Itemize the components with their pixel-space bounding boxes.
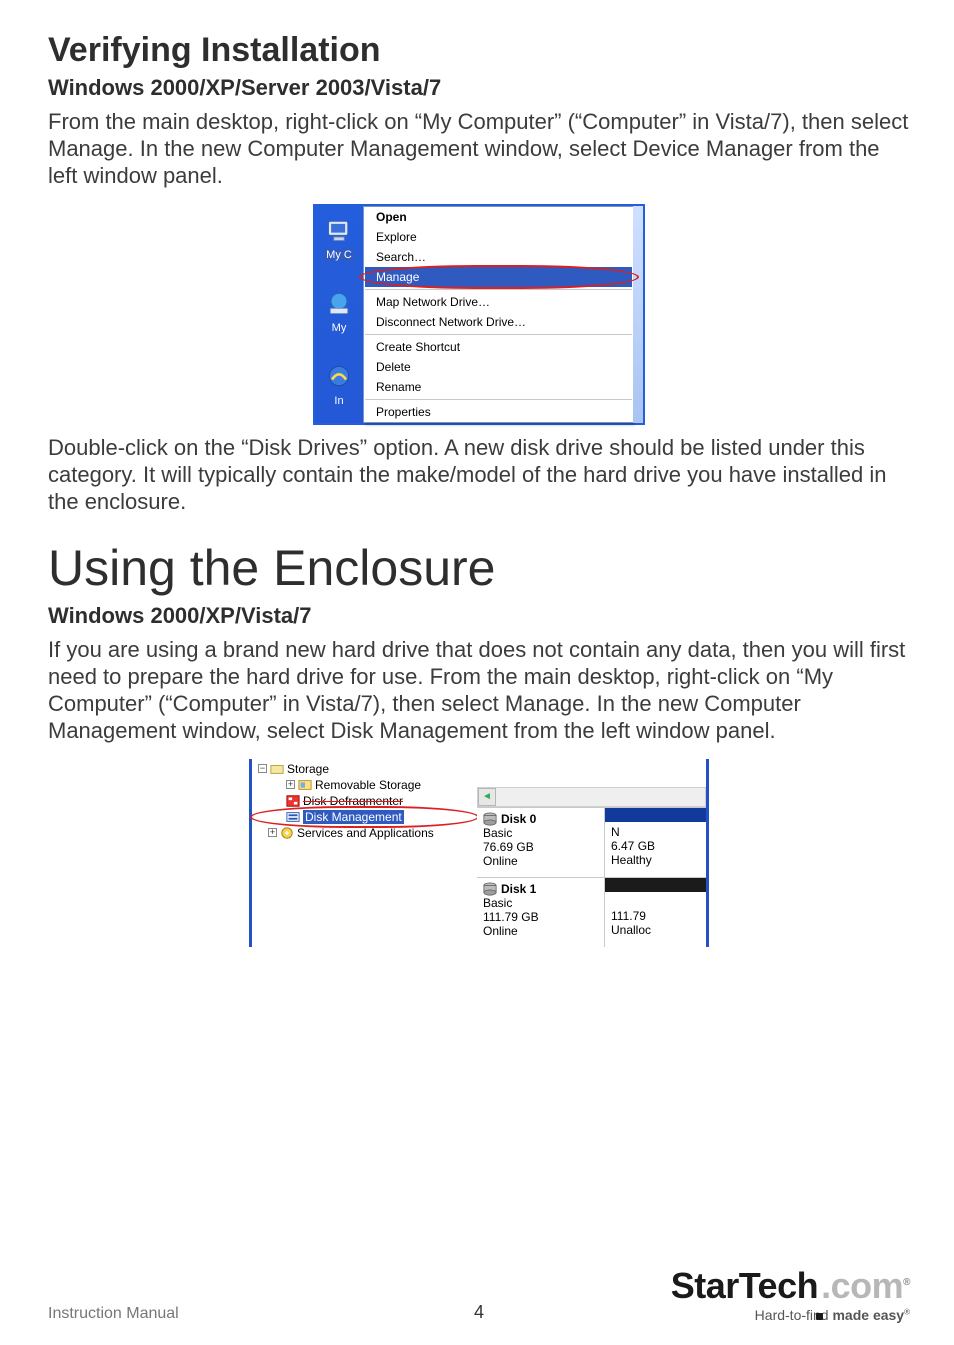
disk-status: Online: [483, 854, 598, 868]
menu-delete[interactable]: Delete: [364, 357, 633, 377]
bottom-icon-label: In: [325, 395, 353, 407]
menu-explore[interactable]: Explore: [364, 227, 633, 247]
disk-list-pane: ◄ Disk 0 Basic 76.69 GB Online N 6.47 GB…: [477, 759, 706, 947]
menu-open[interactable]: Open: [364, 207, 633, 227]
tree-services[interactable]: + Services and Applications: [256, 825, 473, 841]
disk-icon: [483, 882, 497, 896]
para-verifying-1: From the main desktop, right-click on “M…: [48, 109, 910, 189]
tree-defrag[interactable]: Disk Defragmenter: [256, 793, 473, 809]
menu-separator: [365, 399, 632, 400]
tree-removable-label: Removable Storage: [315, 778, 421, 792]
my-computer-icon: [325, 216, 353, 244]
defragmenter-icon: [286, 794, 300, 808]
partition-bar: [605, 808, 706, 822]
tree-storage[interactable]: − Storage: [256, 761, 473, 777]
bottom-desktop-icon: In: [325, 362, 353, 407]
context-menu: Open Explore Search… Manage Map Network …: [363, 206, 633, 423]
heading-using-enclosure: Using the Enclosure: [48, 539, 910, 597]
storage-icon: [270, 762, 284, 776]
scroll-left-icon[interactable]: ◄: [478, 788, 496, 806]
menu-manage-row[interactable]: Manage: [364, 267, 633, 287]
menu-separator: [365, 334, 632, 335]
disk-management-icon: [286, 810, 300, 824]
expand-icon[interactable]: +: [286, 780, 295, 789]
my-computer-label: My C: [324, 249, 354, 261]
partition-text: 111.79 Unalloc: [605, 892, 706, 940]
disk-icon: [483, 812, 497, 826]
disk-info: Disk 0 Basic 76.69 GB Online: [477, 808, 605, 877]
tree-removable[interactable]: + Removable Storage: [256, 777, 473, 793]
para-using-enclosure: If you are using a brand new hard drive …: [48, 637, 910, 744]
menu-rename[interactable]: Rename: [364, 377, 633, 397]
menu-disconnect-drive[interactable]: Disconnect Network Drive…: [364, 312, 633, 332]
my-computer-desktop-icon: My C: [324, 216, 354, 261]
screenshot-context-menu: My C My In Open Explore Search… Manage: [313, 204, 645, 425]
tree-dm-label: Disk Management: [303, 810, 404, 824]
disk-partition[interactable]: 111.79 Unalloc: [605, 878, 706, 947]
services-icon: [280, 826, 294, 840]
disk-title: Disk 0: [483, 812, 598, 826]
tree-disk-management[interactable]: Disk Management: [256, 809, 473, 825]
tree-defrag-label: Disk Defragmenter: [303, 794, 403, 808]
my-network-label: My: [325, 322, 353, 334]
disk-info: Disk 1 Basic 111.79 GB Online: [477, 878, 605, 947]
desktop-strip: [633, 206, 643, 423]
removable-storage-icon: [298, 778, 312, 792]
menu-manage[interactable]: Manage: [365, 267, 632, 287]
disk-title-text: Disk 1: [501, 882, 536, 896]
tree-services-label: Services and Applications: [297, 826, 434, 840]
disk-partition[interactable]: N 6.47 GB Healthy: [605, 808, 706, 877]
subheading-os1: Windows 2000/XP/Server 2003/Vista/7: [48, 75, 910, 101]
collapse-icon[interactable]: −: [258, 764, 267, 773]
ie-icon: [325, 362, 353, 390]
disk-title-text: Disk 0: [501, 812, 536, 826]
disk-row: Disk 1 Basic 111.79 GB Online 111.79 Una…: [477, 877, 706, 947]
network-places-icon: [325, 289, 353, 317]
disk-type: Basic: [483, 826, 598, 840]
menu-map-drive[interactable]: Map Network Drive…: [364, 292, 633, 312]
mmc-tree: − Storage + Removable Storage Disk Defra…: [252, 759, 477, 947]
menu-create-shortcut[interactable]: Create Shortcut: [364, 337, 633, 357]
desktop-icons-strip: My C My In: [315, 206, 363, 423]
disk-status: Online: [483, 924, 598, 938]
page-footer: 4 Instruction Manual StarTech.com® Hard-…: [48, 1265, 910, 1323]
subheading-os2: Windows 2000/XP/Vista/7: [48, 603, 910, 629]
tree-storage-label: Storage: [287, 762, 329, 776]
expand-icon[interactable]: +: [268, 828, 277, 837]
partition-text: N 6.47 GB Healthy: [605, 822, 706, 870]
menu-properties[interactable]: Properties: [364, 402, 633, 422]
brand-dot-icon: [816, 1313, 823, 1320]
horizontal-scrollbar[interactable]: ◄: [477, 787, 706, 807]
my-network-desktop-icon: My: [325, 289, 353, 334]
screenshot-disk-management: − Storage + Removable Storage Disk Defra…: [249, 759, 709, 947]
page-number: 4: [48, 1302, 910, 1323]
disk-row: Disk 0 Basic 76.69 GB Online N 6.47 GB H…: [477, 807, 706, 877]
partition-bar: [605, 878, 706, 892]
menu-separator: [365, 289, 632, 290]
heading-verifying: Verifying Installation: [48, 32, 910, 69]
para-verifying-2: Double-click on the “Disk Drives” option…: [48, 435, 910, 515]
disk-size: 111.79 GB: [483, 910, 598, 924]
brand-com: .com: [821, 1265, 903, 1306]
disk-type: Basic: [483, 896, 598, 910]
menu-search[interactable]: Search…: [364, 247, 633, 267]
disk-title: Disk 1: [483, 882, 598, 896]
brand-name: StarTech: [671, 1265, 818, 1306]
registered-icon: ®: [903, 1277, 910, 1288]
disk-size: 76.69 GB: [483, 840, 598, 854]
